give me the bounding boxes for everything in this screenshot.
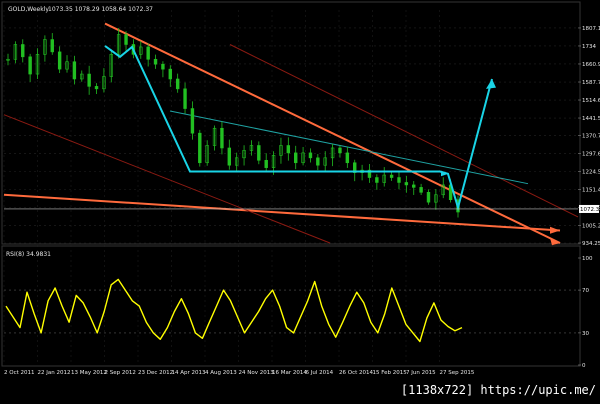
candle-body: [264, 159, 268, 168]
time-tick-label: 2 Oct 2011: [4, 370, 35, 376]
rsi-tick-label: 30: [582, 331, 589, 337]
candle-body: [28, 56, 32, 75]
lower-support-trendline: [3, 193, 561, 232]
grid: [3, 10, 578, 365]
rsi-label: RSI(8) 34.9831: [6, 251, 51, 258]
trendlines: [3, 22, 579, 246]
time-tick-label: 4 Aug 2013: [205, 370, 237, 376]
candle-body: [338, 147, 342, 154]
candle-body: [220, 127, 224, 149]
rsi-panel-frame: [1, 245, 581, 367]
candle-body: [257, 145, 261, 161]
time-tick-label: 14 Apr 2013: [172, 370, 207, 376]
rsi-tick-label: 100: [582, 256, 593, 262]
candle-body: [72, 61, 77, 80]
price-tick-label: 1151.4: [582, 188, 600, 194]
candle-body: [161, 63, 165, 70]
candle-body: [375, 177, 379, 183]
candle-body: [316, 157, 320, 166]
candle-body: [124, 34, 128, 45]
candle-body: [389, 174, 394, 178]
candle-body: [419, 187, 423, 193]
candle-body: [412, 184, 416, 188]
candle-body: [87, 73, 91, 87]
price-tick-label: 1005.2: [582, 224, 600, 230]
watermark-footer: [1138x722] https://upic.me/: [395, 380, 600, 400]
price-tick-label: 1587.7: [582, 80, 600, 86]
candle-body: [426, 192, 431, 203]
price-tick-label: 1734: [582, 44, 596, 50]
price-tick-label: 1370.7: [582, 133, 600, 139]
candle-body: [286, 145, 291, 154]
time-tick-label: 26 Oct 2014: [339, 370, 374, 376]
candle-body: [168, 68, 172, 80]
price-tick-label: 1297.6: [582, 151, 600, 157]
time-tick-label: 16 Mar 2014: [272, 370, 307, 376]
current-price-label: 1072.37: [580, 207, 600, 213]
candle-body: [153, 58, 158, 65]
candle-body: [175, 78, 180, 90]
time-tick-label: 7 Jun 2015: [406, 370, 436, 376]
candle-body: [345, 152, 350, 164]
candle-body: [146, 46, 150, 60]
candle-body: [404, 182, 409, 186]
arrow-head-lower: [550, 226, 560, 234]
candle-body: [57, 51, 62, 70]
candle-body: [308, 152, 313, 159]
candle-body: [183, 88, 187, 109]
chart-canvas: 1807.1 1734 1660.9 1587.7 1514.6 1441.5 1370.7…: [1, 1, 600, 376]
candle-body: [294, 152, 298, 164]
time-tick-label: 13 May 2012: [71, 370, 107, 376]
price-tick-label: 1514.6: [582, 98, 600, 104]
rsi-line: [5, 278, 463, 343]
gold-weekly-chart: 1807.1 1734 1660.9 1587.7 1514.6 1441.5 1370.7…: [0, 0, 600, 400]
candle-body: [397, 177, 401, 183]
price-tick-label: 1660.9: [582, 62, 600, 68]
price-tick-label: 1807.1: [582, 26, 600, 32]
price-tick-label: 1224.5: [582, 169, 600, 175]
annotations: [4, 45, 578, 212]
dark-red-upper-channel-line: [229, 44, 579, 218]
rsi-series: [5, 278, 463, 343]
rsi-tick-label: 70: [582, 288, 589, 294]
time-tick-label: 15 Feb 2015: [373, 370, 408, 376]
time-tick-label: 27 Sep 2015: [440, 370, 475, 376]
time-tick-label: 6 Jul 2014: [306, 370, 334, 376]
candle-body: [227, 147, 232, 166]
candle-body: [21, 44, 25, 58]
candles: [6, 28, 460, 218]
price-tick-label: 934.25: [582, 241, 600, 247]
candle-body: [94, 86, 99, 90]
symbol-label: GOLD,Weekly: [8, 6, 49, 13]
candle-body: [190, 108, 195, 134]
time-tick-label: 22 Jan 2012: [38, 370, 71, 376]
rsi-tick-label: 0: [582, 363, 586, 369]
candle-body: [198, 132, 202, 164]
time-tick-label: 24 Nov 2013: [239, 370, 275, 376]
candle-body: [50, 39, 54, 53]
price-tick-label: 1441.5: [582, 116, 600, 122]
time-tick-label: 23 Dec 2012: [138, 370, 173, 376]
ohlc-readout: 1073.35 1078.29 1058.64 1072.37: [48, 6, 153, 13]
time-tick-label: 2 Sep 2012: [105, 370, 136, 376]
